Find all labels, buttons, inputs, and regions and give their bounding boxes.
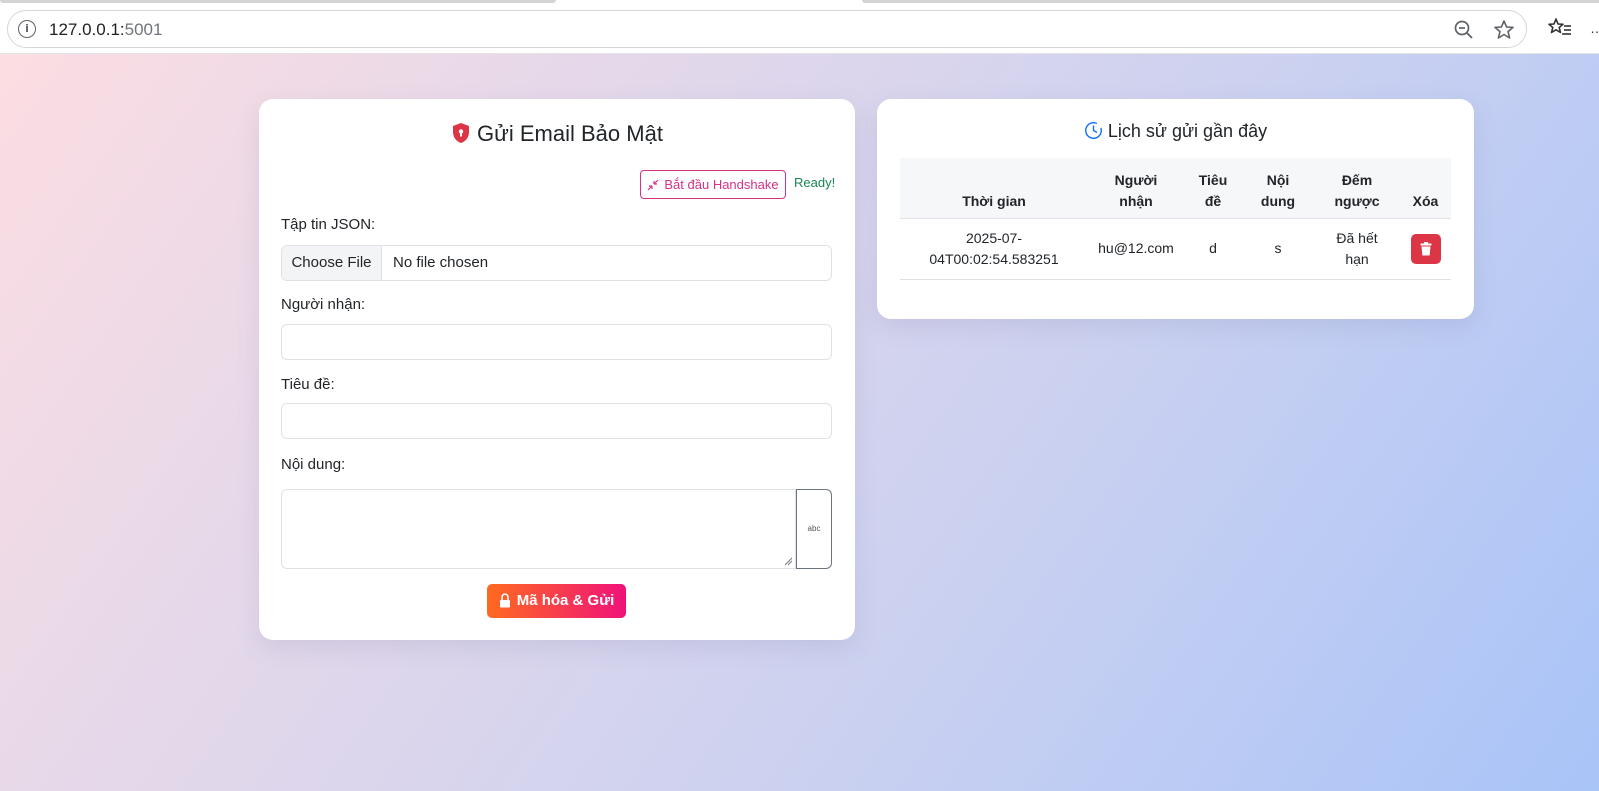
- handshake-label: Bắt đầu Handshake: [664, 177, 779, 192]
- address-bar[interactable]: i 127.0.0.1:5001: [7, 10, 1527, 48]
- arrows-collapse-icon: [647, 179, 659, 191]
- form-title-text: Gửi Email Bảo Mật: [477, 121, 663, 146]
- col-subject: Tiêu đề: [1184, 158, 1242, 219]
- more-icon[interactable]: …: [1590, 20, 1599, 36]
- history-table: Thời gian Người nhận Tiêu đề Nội dung Đếm ng…: [900, 158, 1451, 280]
- col-subject-line1: Tiêu: [1198, 171, 1228, 188]
- browser-toolbar: i 127.0.0.1:5001 …: [0, 0, 1599, 54]
- spellcheck-icon: abc: [807, 524, 821, 533]
- json-file-label: Tập tin JSON:: [281, 216, 376, 233]
- cell-recipient: hu@12.com: [1088, 218, 1184, 280]
- subject-label: Tiêu đề:: [281, 376, 335, 393]
- clock-history-icon: [1084, 121, 1102, 140]
- browser-tab-strip-left[interactable]: [0, 0, 556, 3]
- cell-subject: d: [1184, 218, 1242, 280]
- col-countdown: Đếm ngược: [1314, 158, 1400, 219]
- site-info-icon[interactable]: i: [18, 20, 36, 38]
- handshake-status: Ready!: [794, 175, 836, 190]
- url-port: 5001: [124, 20, 163, 39]
- cell-countdown-line2: hạn: [1345, 250, 1369, 267]
- cell-delete: [1400, 218, 1451, 280]
- resize-grip-icon[interactable]: [783, 556, 793, 566]
- browser-tab-strip-right[interactable]: [862, 0, 1599, 3]
- history-card: Lịch sử gửi gần đây Thời gian Người nhận …: [877, 99, 1474, 319]
- col-content-line2: dung: [1260, 192, 1296, 209]
- history-title-text: Lịch sử gửi gần đây: [1107, 121, 1268, 141]
- content-textarea[interactable]: [281, 489, 796, 569]
- content-label: Nội dung:: [281, 456, 346, 473]
- file-name-text: No file chosen: [393, 254, 489, 271]
- start-handshake-button[interactable]: Bắt đầu Handshake: [640, 170, 786, 199]
- address-url[interactable]: 127.0.0.1:5001: [49, 20, 162, 40]
- zoom-out-icon[interactable]: [1453, 19, 1475, 41]
- history-header-row: Thời gian Người nhận Tiêu đề Nội dung Đếm ng…: [900, 158, 1451, 219]
- favorites-icon[interactable]: [1547, 16, 1573, 40]
- send-email-card: Gửi Email Bảo Mật Bắt đầu Handshake Read…: [259, 99, 855, 640]
- cell-countdown-line1: Đã hết: [1336, 229, 1378, 246]
- cell-time: 2025-07- 04T00:02:54.583251: [900, 218, 1088, 280]
- choose-file-button[interactable]: Choose File: [282, 246, 382, 280]
- page-background: Gửi Email Bảo Mật Bắt đầu Handshake Read…: [0, 54, 1599, 791]
- json-file-input[interactable]: Choose File No file chosen: [281, 245, 832, 281]
- lock-icon: [499, 593, 510, 608]
- subject-field[interactable]: [281, 403, 832, 439]
- col-recipient: Người nhận: [1088, 158, 1184, 219]
- delete-button[interactable]: [1410, 233, 1441, 264]
- col-subject-line2: đề: [1204, 192, 1222, 209]
- spellcheck-button[interactable]: abc: [796, 489, 832, 569]
- encrypt-send-label: Mã hóa & Gửi: [516, 592, 615, 609]
- col-recipient-line2: nhận: [1119, 192, 1153, 209]
- cell-time-line2: 04T00:02:54.583251: [929, 250, 1059, 267]
- cell-content: s: [1242, 218, 1314, 280]
- recipient-field[interactable]: [281, 324, 832, 360]
- col-content-line1: Nội: [1266, 171, 1290, 188]
- col-delete: Xóa: [1400, 158, 1451, 219]
- recipient-label: Người nhận:: [281, 296, 366, 313]
- table-row: 2025-07- 04T00:02:54.583251 hu@12.com d s…: [900, 218, 1451, 280]
- form-title: Gửi Email Bảo Mật: [259, 121, 855, 147]
- cell-time-line1: 2025-07-: [965, 229, 1023, 246]
- col-countdown-line1: Đếm: [1341, 171, 1373, 188]
- url-host: 127.0.0.1:: [49, 20, 125, 39]
- trash-icon: [1420, 241, 1431, 255]
- col-countdown-line2: ngược: [1334, 192, 1380, 209]
- cell-countdown: Đã hết hạn: [1314, 218, 1400, 280]
- encrypt-send-button[interactable]: Mã hóa & Gửi: [487, 584, 626, 618]
- bookmark-star-icon[interactable]: [1492, 18, 1516, 42]
- shield-lock-icon: [453, 123, 470, 143]
- history-title: Lịch sử gửi gần đây: [877, 121, 1474, 142]
- col-content: Nội dung: [1242, 158, 1314, 219]
- col-recipient-line1: Người: [1114, 171, 1158, 188]
- col-time: Thời gian: [900, 158, 1088, 219]
